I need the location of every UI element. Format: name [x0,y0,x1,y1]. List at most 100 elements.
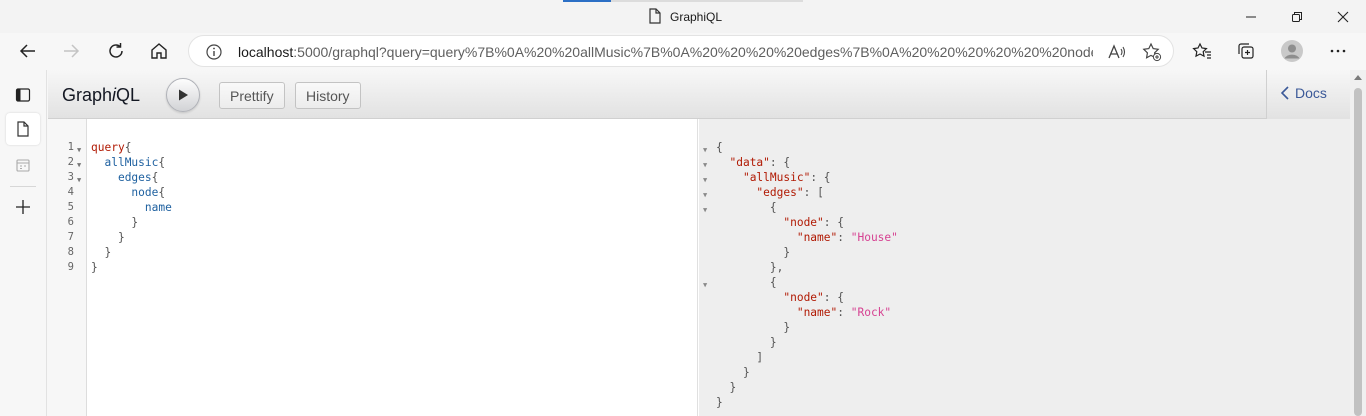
minimize-icon [1246,16,1256,17]
execute-query-button[interactable] [166,78,200,112]
json-key: "node" [783,291,824,304]
collections-button[interactable] [1232,37,1260,65]
plus-icon [16,200,30,214]
close-window-button[interactable] [1320,0,1366,33]
favorites-icon [1192,42,1211,59]
query-editor[interactable]: 1 ▼ 2 ▼ 3 ▼ 4 5 6 7 8 9 query{ allMusic{ edges{ nod… [48,119,698,416]
more-button[interactable] [1324,37,1352,65]
star-plus-icon[interactable] [1142,42,1162,62]
bracket: } [783,321,791,334]
line-number: 3 [67,171,74,183]
fold-arrow-icon[interactable]: ▼ [703,173,707,188]
address-bar[interactable]: localhost:5000/graphql?query=query%7B%0A… [188,35,1174,67]
bracket: { [769,201,777,214]
line-number: 4 [67,186,74,198]
result-viewer[interactable]: ▼ {▼ "data": {▼ "allMusic": {▼ "edges": [… [699,119,1350,416]
url-text[interactable]: localhost:5000/graphql?query=query%7B%0A… [238,44,1093,60]
browser-toolbar: localhost:5000/graphql?query=query%7B%0A… [0,33,1366,70]
read-aloud-icon[interactable] [1107,42,1127,62]
url-path: :5000/graphql?query=query%7B%0A%20%20all… [293,44,1093,60]
fold-arrow-icon[interactable]: ▼ [703,188,707,203]
page-scrollbar[interactable] [1350,70,1366,416]
restore-button[interactable] [1274,0,1320,33]
calendar-icon [16,159,30,172]
result-line: "edges": [ [716,185,823,200]
fold-arrow-icon[interactable]: ▼ [77,143,81,158]
fold-arrow-icon[interactable]: ▼ [77,158,81,173]
arrow-right-icon [64,44,80,58]
page-icon [648,7,662,27]
refresh-button[interactable] [102,37,130,65]
line-number: 2 [67,156,74,168]
result-line: "allMusic": { [716,170,831,185]
result-line: { [716,200,777,215]
docs-label: Docs [1295,85,1327,101]
fold-arrow-icon[interactable]: ▼ [703,158,707,173]
forward-button[interactable] [57,37,85,65]
separator: : [803,186,818,199]
result-line: { [716,140,723,155]
minimize-button[interactable] [1228,0,1274,33]
home-button[interactable] [145,37,173,65]
new-tab-button[interactable] [6,191,40,223]
vertical-tabs-sidebar [0,70,47,416]
separator: : [823,291,838,304]
line-number: 7 [67,231,74,243]
refresh-icon [109,43,123,58]
result-line: "node": { [716,215,844,230]
tab-actions-icon [15,88,31,102]
fold-arrow-icon[interactable]: ▼ [703,278,707,293]
bracket: { [837,291,845,304]
bracket: } [729,381,737,394]
tab-actions-button[interactable] [6,79,40,111]
result-line: }, [716,260,783,275]
json-string-value: "House" [850,231,898,244]
vertical-tab-other[interactable] [6,149,40,181]
result-line: } [716,245,790,260]
close-icon [1337,11,1349,22]
bracket: { [823,171,831,184]
result-line: ] [716,350,763,365]
field-name: node [131,186,159,199]
brace: { [158,156,166,169]
back-button[interactable] [14,37,42,65]
fold-arrow-icon[interactable]: ▼ [703,143,707,158]
docs-button[interactable]: Docs [1281,85,1327,101]
info-icon[interactable] [205,43,223,61]
field-name: edges [117,171,152,184]
code-line: query{ [91,140,131,155]
fold-arrow-icon[interactable]: ▼ [703,203,707,218]
prettify-button[interactable]: Prettify [219,82,285,109]
result-line: } [716,395,723,410]
brace: } [91,261,98,274]
active-tab-indicator [563,0,611,2]
scroll-up-arrow-icon[interactable] [1354,75,1362,80]
code-line: } [91,260,98,275]
profile-button[interactable] [1278,37,1306,65]
scrollbar-thumb[interactable] [1354,88,1362,416]
collections-icon [1238,43,1254,59]
graphiql-topbar: GraphiQL Prettify History Docs [48,70,1350,119]
field-name: allMusic [104,156,159,169]
bracket: ] [756,351,764,364]
profile-icon [1281,40,1303,62]
vertical-tab-graphiql[interactable] [6,113,40,145]
result-line: } [716,320,790,335]
favorites-button[interactable] [1188,37,1216,65]
result-line: "node": { [716,290,844,305]
history-button[interactable]: History [295,82,361,109]
fold-arrow-icon[interactable]: ▼ [77,173,81,188]
